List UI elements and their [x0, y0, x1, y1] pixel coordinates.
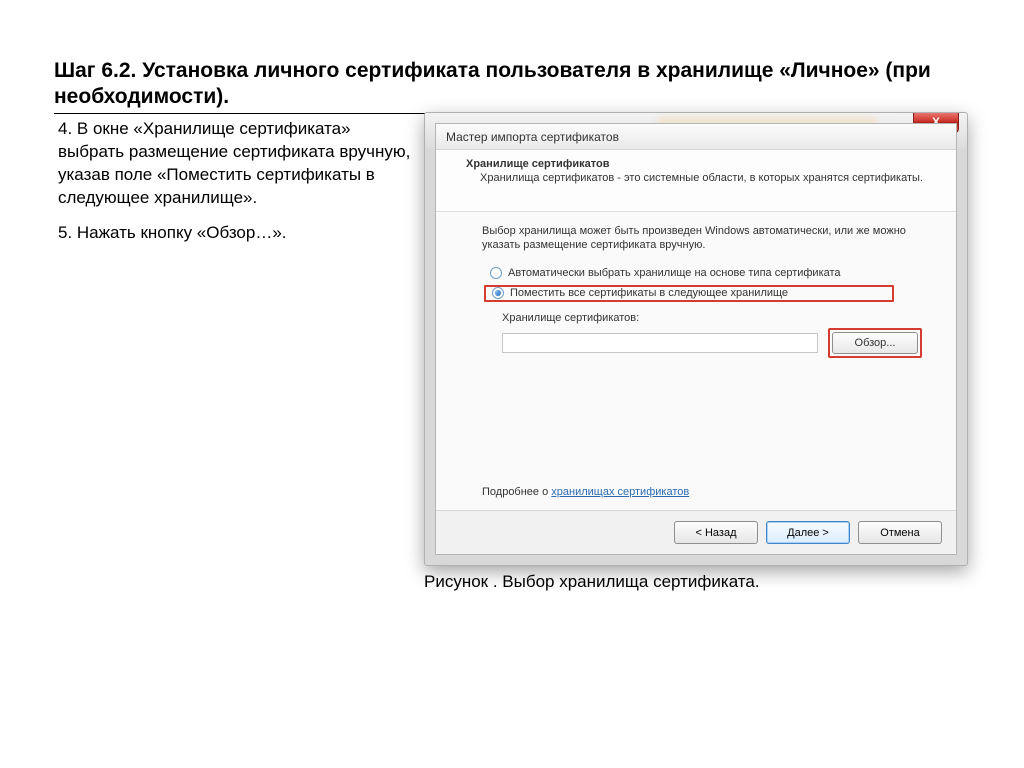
wizard-subheader: Хранилище сертификатов Хранилища сертифи… [436, 150, 956, 212]
store-label: Хранилище сертификатов: [502, 312, 922, 324]
learn-more-link[interactable]: хранилищах сертификатов [551, 486, 689, 498]
radio-label: Поместить все сертификаты в следующее хр… [510, 287, 788, 299]
certificate-store-input[interactable] [502, 333, 818, 353]
wizard-window: X Мастер импорта сертификатов Хранилище … [424, 112, 968, 566]
wizard-subheader-title: Хранилище сертификатов [466, 158, 926, 170]
wizard-footer: < Назад Далее > Отмена [436, 510, 956, 554]
wizard-title: Мастер импорта сертификатов [436, 124, 956, 150]
figure-caption: Рисунок . Выбор хранилища сертификата. [424, 572, 760, 592]
doc-heading: Шаг 6.2. Установка личного сертификата п… [54, 58, 954, 114]
instruction-step-5: 5. Нажать кнопку «Обзор…». [58, 222, 418, 245]
wizard-body: Выбор хранилища может быть произведен Wi… [436, 212, 956, 510]
wizard-intro-text: Выбор хранилища может быть произведен Wi… [482, 224, 922, 253]
link-prefix: Подробнее о [482, 486, 551, 498]
back-button[interactable]: < Назад [674, 521, 758, 544]
wizard-panel: Мастер импорта сертификатов Хранилище се… [435, 123, 957, 555]
instruction-step-4: 4. В окне «Хранилище сертификата» выбрат… [58, 118, 418, 210]
radio-label: Автоматически выбрать хранилище на основ… [508, 267, 841, 279]
instructions-block: 4. В окне «Хранилище сертификата» выбрат… [58, 118, 418, 257]
next-button[interactable]: Далее > [766, 521, 850, 544]
learn-more-link-row: Подробнее о хранилищах сертификатов [482, 486, 689, 498]
radio-icon [490, 267, 502, 279]
wizard-subheader-text: Хранилища сертификатов - это системные о… [466, 172, 926, 186]
browse-highlight: Обзор... [828, 328, 922, 358]
cancel-button[interactable]: Отмена [858, 521, 942, 544]
browse-button[interactable]: Обзор... [832, 332, 918, 354]
radio-auto-select-store[interactable]: Автоматически выбрать хранилище на основ… [490, 267, 922, 279]
radio-place-in-store[interactable]: Поместить все сертификаты в следующее хр… [484, 285, 894, 302]
radio-icon [492, 287, 504, 299]
